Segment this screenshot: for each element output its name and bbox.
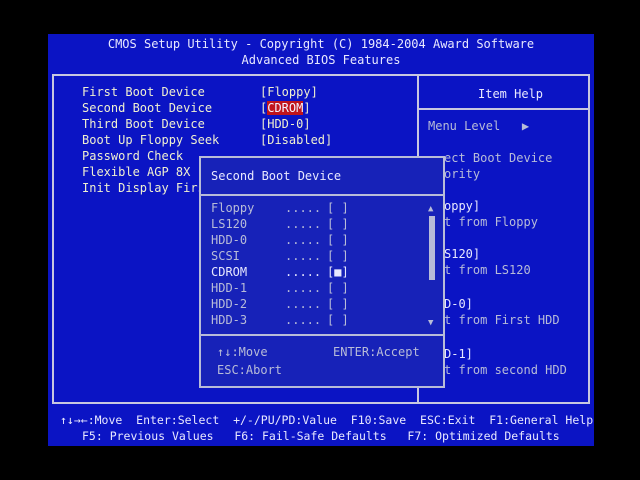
- setting-value-second-boot[interactable]: [CDROM]: [260, 100, 311, 116]
- help-title-divider: [417, 108, 590, 110]
- popup-option-dots: .....: [285, 265, 322, 279]
- popup-option-mark[interactable]: [ ]: [327, 296, 349, 312]
- popup-option-mark[interactable]: [■]: [327, 264, 349, 280]
- setting-label-floppy-seek[interactable]: Boot Up Floppy Seek: [82, 132, 219, 148]
- help-line: D-1]: [444, 347, 473, 361]
- setting-value-floppy-seek[interactable]: [Disabled]: [260, 132, 332, 148]
- scrollbar-thumb[interactable]: [429, 216, 435, 280]
- help-line: oppy]: [444, 199, 481, 213]
- header-subtitle: Advanced BIOS Features: [241, 53, 401, 67]
- popup-title-divider: [201, 194, 443, 196]
- setting-label-agp[interactable]: Flexible AGP 8X: [82, 164, 190, 180]
- scroll-down-icon[interactable]: ▼: [428, 318, 433, 328]
- selected-value: CDROM: [267, 101, 304, 115]
- help-line: t from second HDD: [444, 363, 567, 377]
- bios-screen: CMOS Setup Utility - Copyright (C) 1984-…: [48, 34, 594, 446]
- setting-label-password-check[interactable]: Password Check: [82, 148, 183, 164]
- popup-option-name[interactable]: CDROM: [211, 264, 247, 280]
- help-line: S120]: [444, 247, 481, 261]
- help-line: t from First HDD: [444, 313, 560, 327]
- help-line: D-0]: [444, 297, 473, 311]
- boot-device-popup: Second Boot Device Floppy ..... [ ] LS12…: [199, 156, 445, 388]
- setting-label-init-display[interactable]: Init Display Firs: [82, 180, 205, 196]
- hint-accept: ENTER:Accept: [333, 345, 420, 359]
- item-help-title: Item Help: [478, 87, 544, 101]
- popup-option-name[interactable]: HDD-1: [211, 280, 247, 296]
- popup-option-dots: .....: [285, 297, 322, 311]
- popup-option-dots: .....: [285, 313, 322, 327]
- scroll-up-icon[interactable]: ▲: [428, 204, 433, 214]
- popup-option-dots: .....: [285, 233, 322, 247]
- setting-value-third-boot[interactable]: [HDD-0]: [260, 116, 311, 132]
- popup-option-dots: .....: [285, 281, 322, 295]
- popup-option-mark[interactable]: [ ]: [327, 200, 349, 216]
- popup-option-dots: .....: [285, 217, 322, 231]
- popup-option-name[interactable]: SCSI: [211, 248, 240, 264]
- popup-title: Second Boot Device: [211, 169, 342, 183]
- popup-option-name[interactable]: HDD-0: [211, 232, 247, 248]
- hint-move: ↑↓:Move: [217, 345, 268, 359]
- popup-option-mark[interactable]: [ ]: [327, 248, 349, 264]
- help-line: t from Floppy: [444, 215, 538, 229]
- popup-option-name[interactable]: HDD-3: [211, 312, 247, 328]
- popup-option-name[interactable]: LS120: [211, 216, 247, 232]
- popup-option-name[interactable]: Floppy: [211, 200, 254, 216]
- popup-option-mark[interactable]: [ ]: [327, 312, 349, 328]
- popup-option-mark[interactable]: [ ]: [327, 216, 349, 232]
- menu-level: Menu Level ▶: [428, 119, 530, 133]
- popup-hint-divider: [201, 334, 443, 336]
- hint-abort: ESC:Abort: [217, 363, 283, 377]
- popup-option-mark[interactable]: [ ]: [327, 280, 349, 296]
- popup-option-mark[interactable]: [ ]: [327, 232, 349, 248]
- footer-keys-line2: F5: Previous Values F6: Fail-Safe Defaul…: [82, 429, 560, 443]
- setting-value-first-boot[interactable]: [Floppy]: [260, 84, 318, 100]
- setting-label-first-boot[interactable]: First Boot Device: [82, 84, 205, 100]
- help-line: ority: [444, 167, 481, 181]
- popup-option-name[interactable]: HDD-2: [211, 296, 247, 312]
- popup-option-dots: .....: [285, 249, 322, 263]
- popup-option-dots: .....: [285, 201, 322, 215]
- header-title: CMOS Setup Utility - Copyright (C) 1984-…: [107, 37, 535, 51]
- setting-label-second-boot[interactable]: Second Boot Device: [82, 100, 212, 116]
- help-line: t from LS120: [444, 263, 531, 277]
- help-line: ect Boot Device: [444, 151, 553, 165]
- setting-label-third-boot[interactable]: Third Boot Device: [82, 116, 205, 132]
- header: CMOS Setup Utility - Copyright (C) 1984-…: [48, 34, 594, 70]
- footer-keys-line1: ↑↓→←:Move Enter:Select +/-/PU/PD:Value F…: [60, 413, 594, 427]
